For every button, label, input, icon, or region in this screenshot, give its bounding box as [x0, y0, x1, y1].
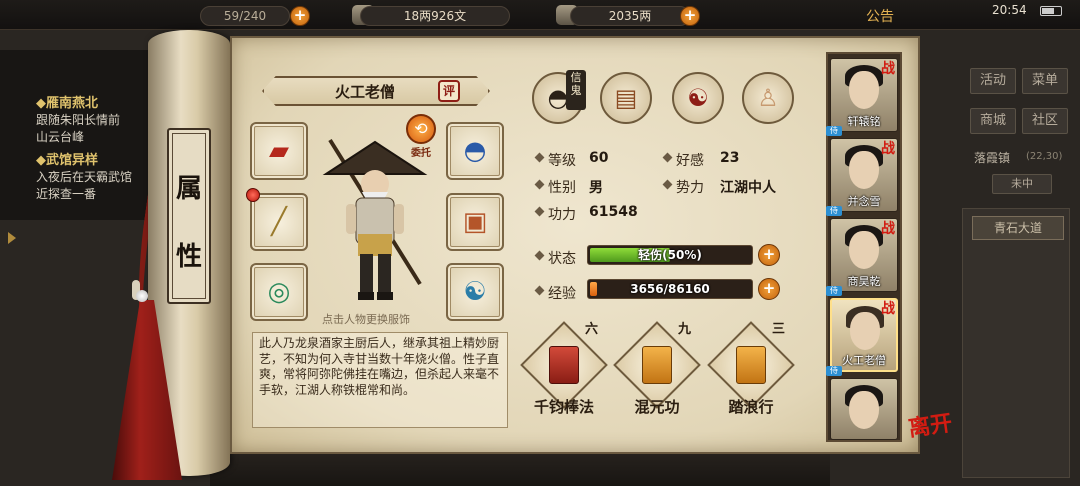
menu-button[interactable]: 菜单 — [1022, 68, 1068, 94]
battery-icon — [1040, 6, 1062, 16]
equip-slot-hat[interactable]: ◓ — [446, 122, 504, 180]
gender-label: 性别 — [548, 180, 576, 196]
quest-desc: 入夜后在天霸武馆 — [36, 170, 133, 184]
meridian-button[interactable]: ♙ — [742, 72, 794, 124]
party-member-name: 火工老僧 — [842, 354, 886, 367]
expand-arrow-icon[interactable] — [8, 232, 16, 244]
add-stamina-button[interactable]: + — [290, 6, 310, 26]
town-coordinates: (22,30) — [1026, 151, 1063, 162]
evaluate-button[interactable]: 评 — [438, 80, 460, 102]
skill-book-icon — [736, 346, 766, 384]
quest-desc: 跟随朱阳长情前 — [36, 113, 121, 127]
level-label: 等级 — [548, 153, 576, 169]
fight-mark: 战 — [881, 221, 895, 237]
avatar — [849, 151, 879, 189]
delegate-icon[interactable]: ⟲ — [406, 114, 436, 144]
power-value: 61548 — [589, 204, 638, 220]
character-description: 此人乃龙泉酒家主厨后人，继承其祖上精妙厨艺，不知为何入寺甘当数十年烧火僧。性子直… — [252, 332, 508, 428]
avatar — [849, 71, 879, 109]
stamina-counter: 59/240 — [200, 6, 290, 26]
bracer-icon: ▰ — [269, 136, 289, 166]
trait-badge: 信鬼 — [566, 70, 586, 110]
activity-button[interactable]: 活动 — [970, 68, 1016, 94]
skill-book-icon — [642, 346, 672, 384]
silver-counter: 2035两 — [570, 6, 690, 26]
meridian-figure-icon: ♙ — [757, 84, 779, 112]
power-label: 功力 — [548, 207, 576, 223]
character-name: 火工老僧 — [334, 83, 395, 101]
skill-book-icon — [549, 346, 579, 384]
location-button[interactable]: 青石大道 — [972, 216, 1064, 240]
level-value: 60 — [589, 150, 609, 166]
top-resource-bar: 59/240 + 18两926文 2035两 + 公告 20:54 — [0, 0, 1080, 30]
armor-icon: ▣ — [462, 207, 488, 237]
skill-name: 混元功 — [634, 398, 680, 416]
exp-text: 3656/86160 — [630, 282, 710, 296]
tab-char: 性 — [175, 242, 202, 272]
faction-label: 势力 — [676, 180, 704, 196]
fight-mark: 战 — [881, 141, 895, 157]
formation-tag: 侍 — [826, 286, 842, 296]
map-button[interactable]: ▤ — [600, 72, 652, 124]
quest-desc: 山云台峰 — [36, 130, 85, 144]
quest-desc: 近探查一番 — [36, 187, 97, 201]
status-label: 状态 — [548, 251, 576, 267]
announcement-button[interactable]: 公告 — [866, 6, 894, 26]
formation-tag: 侍 — [826, 366, 842, 376]
copper-counter: 18两926文 — [360, 6, 510, 26]
equip-slot-weapon[interactable]: ╱ — [250, 193, 308, 251]
tassel-bead — [136, 290, 148, 302]
skill-name: 踏浪行 — [728, 398, 774, 416]
formation-tag: 侍 — [826, 206, 842, 216]
favor-label: 好感 — [676, 153, 704, 169]
exp-label: 经验 — [548, 286, 576, 302]
equip-slot-armor[interactable]: ▣ — [446, 193, 504, 251]
favor-value: 23 — [720, 150, 740, 166]
yin-yang-fish-icon: ☯ — [463, 277, 487, 307]
staff-icon: ╱ — [271, 207, 287, 237]
fight-mark: 战 — [881, 301, 895, 317]
add-exp-button[interactable]: + — [758, 278, 780, 300]
status-bar: 轻伤(50%) — [587, 245, 753, 265]
change-outfit-hint: 点击人物更换服饰 — [322, 313, 410, 326]
leave-button[interactable]: 离开 — [906, 405, 954, 443]
fight-mark: 战 — [881, 61, 895, 77]
skill-level: 三 — [772, 322, 786, 337]
skill-name: 千钧棒法 — [533, 398, 594, 416]
shop-button[interactable]: 商城 — [970, 108, 1016, 134]
skill-level: 九 — [678, 322, 692, 337]
hat-icon: ◓ — [463, 136, 487, 166]
heal-button[interactable]: + — [758, 244, 780, 266]
faction-value: 江湖中人 — [720, 180, 776, 196]
notification-dot — [246, 188, 260, 202]
delegate-label[interactable]: 委托 — [404, 144, 438, 159]
tab-char: 属 — [175, 174, 202, 204]
location-panel — [962, 208, 1070, 478]
clock: 20:54 — [992, 3, 1027, 17]
zone-indicator: 未中 — [992, 174, 1052, 194]
status-text: 轻伤(50%) — [638, 248, 702, 262]
character-figure[interactable] — [316, 134, 434, 314]
quest-title[interactable]: ◆雁南燕北 — [36, 92, 98, 111]
equip-slot-accessory[interactable]: ☯ — [446, 263, 504, 321]
add-silver-button[interactable]: + — [680, 6, 700, 26]
bagua-button[interactable]: ☯ — [672, 72, 724, 124]
formation-tag: 侍 — [826, 126, 842, 136]
bagua-icon: ☯ — [687, 84, 709, 112]
skill-level: 六 — [585, 322, 599, 337]
exp-bar: 3656/86160 — [587, 279, 753, 299]
party-member[interactable] — [830, 378, 898, 440]
quest-title[interactable]: ◆武馆异样 — [36, 149, 98, 168]
scroll-map-icon: ▤ — [614, 84, 638, 112]
attribute-tab-label: 属 性 — [167, 128, 211, 304]
avatar — [849, 231, 879, 269]
gender-value: 男 — [589, 180, 603, 196]
community-button[interactable]: 社区 — [1022, 108, 1068, 134]
town-name: 落霞镇 — [974, 151, 1011, 165]
equip-slot-bracer[interactable]: ▰ — [250, 122, 308, 180]
avatar — [850, 312, 880, 350]
avatar — [849, 391, 879, 429]
